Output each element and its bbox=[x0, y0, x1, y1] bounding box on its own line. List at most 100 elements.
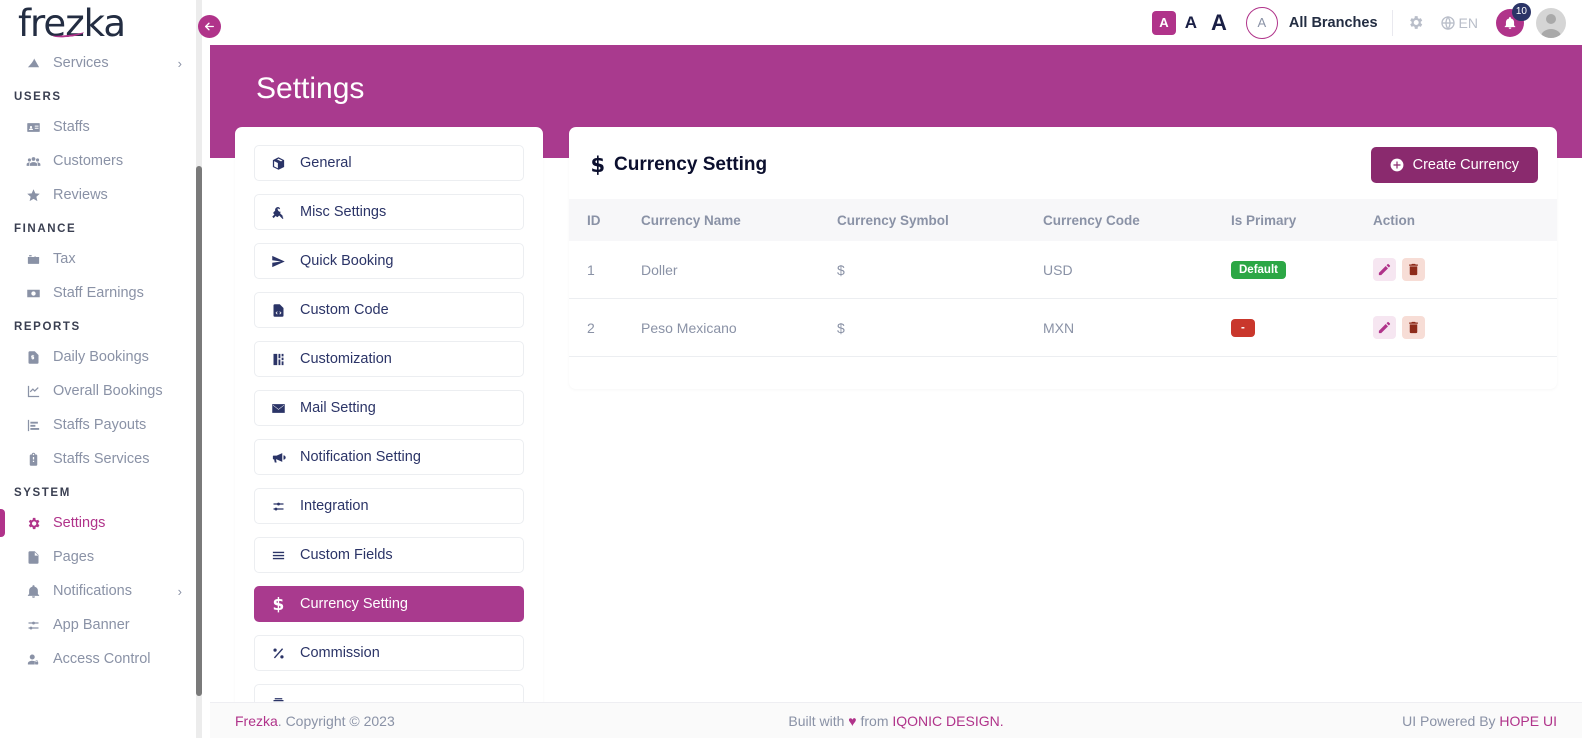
pencil-icon bbox=[1378, 321, 1391, 334]
report-doc-icon bbox=[28, 350, 39, 364]
table-row: 1 Doller $ USD Default bbox=[569, 241, 1557, 299]
edit-button[interactable] bbox=[1373, 316, 1396, 339]
sidebar-item-staff-earnings[interactable]: Staff Earnings bbox=[0, 276, 202, 310]
palette-icon bbox=[271, 352, 290, 367]
settings-menu-item-misc-settings[interactable]: Misc Settings bbox=[254, 194, 524, 230]
sidebar-item-settings[interactable]: Settings bbox=[0, 506, 202, 540]
settings-menu-item-quick-booking[interactable]: Quick Booking bbox=[254, 243, 524, 279]
sidebar-item-staffs-payouts[interactable]: Staffs Payouts bbox=[0, 408, 202, 442]
settings-menu-item-general[interactable]: General bbox=[254, 145, 524, 181]
status-badge: - bbox=[1231, 319, 1255, 337]
sidebar-scrollbar-thumb[interactable] bbox=[196, 166, 202, 696]
user-avatar[interactable] bbox=[1536, 7, 1566, 38]
sidebar-item-pages[interactable]: Pages bbox=[0, 540, 202, 574]
trash-icon bbox=[1409, 263, 1418, 276]
settings-menu-item-custom-code[interactable]: Custom Code bbox=[254, 292, 524, 328]
sidebar-item-staffs[interactable]: Staffs bbox=[0, 110, 202, 144]
font-size-medium-button[interactable]: A bbox=[1179, 11, 1203, 35]
footer-copyright: Frezka. Copyright © 2023 bbox=[235, 713, 395, 729]
sidebar-item-customers[interactable]: Customers bbox=[0, 144, 202, 178]
font-size-controls: A A A bbox=[1151, 10, 1232, 36]
nav-section-finance: FINANCE bbox=[14, 223, 77, 235]
users-icon bbox=[26, 154, 46, 169]
sidebar-item-daily-bookings[interactable]: Daily Bookings bbox=[0, 340, 202, 374]
settings-menu-item-label: Customization bbox=[300, 351, 392, 367]
currency-table-head: ID Currency Name Currency Symbol Currenc… bbox=[569, 199, 1557, 241]
page-icon bbox=[28, 550, 39, 564]
cell-id: 2 bbox=[569, 298, 641, 357]
sidebar-item-label: App Banner bbox=[53, 617, 130, 633]
sidebar-item-reviews[interactable]: Reviews bbox=[0, 178, 202, 212]
settings-menu-item-label: Custom Code bbox=[300, 302, 389, 318]
sidebar-item-label: Staff Earnings bbox=[53, 285, 144, 301]
settings-menu-item-mail-setting[interactable]: Mail Setting bbox=[254, 390, 524, 426]
settings-menu-item-label: Misc Settings bbox=[300, 204, 387, 220]
line-chart-icon bbox=[27, 385, 40, 397]
language-selector[interactable]: EN bbox=[1440, 15, 1478, 31]
user-lock-icon bbox=[26, 652, 46, 667]
sidebar-item-tax[interactable]: Tax bbox=[0, 242, 202, 276]
percent-icon bbox=[273, 647, 284, 658]
chevron-right-icon: › bbox=[177, 583, 182, 599]
branch-label: All Branches bbox=[1288, 14, 1378, 31]
sidebar-item-services[interactable]: Services › bbox=[0, 46, 202, 80]
sidebar-collapse-button[interactable] bbox=[198, 15, 221, 38]
star-icon bbox=[27, 188, 40, 201]
plus-circle-icon bbox=[1390, 158, 1404, 172]
settings-menu-item-integration[interactable]: Integration bbox=[254, 488, 524, 524]
notifications-button[interactable]: 10 bbox=[1496, 2, 1531, 37]
services-icon bbox=[26, 56, 46, 71]
sidebar-item-notifications[interactable]: Notifications › bbox=[0, 574, 202, 608]
globe-icon bbox=[1440, 15, 1455, 30]
font-size-small-button[interactable]: A bbox=[1151, 10, 1176, 35]
footer-credit: Built with ♥ from IQONIC DESIGN. bbox=[788, 713, 1003, 729]
branch-selector[interactable]: A All Branches bbox=[1245, 6, 1378, 39]
services-icon bbox=[27, 58, 40, 67]
delete-button[interactable] bbox=[1402, 316, 1425, 339]
page-icon bbox=[26, 550, 46, 565]
sidebar-item-staffs-services[interactable]: Staffs Services bbox=[0, 442, 202, 476]
delete-button[interactable] bbox=[1402, 258, 1425, 281]
id-card-icon bbox=[27, 122, 40, 132]
settings-menu-item-customization[interactable]: Customization bbox=[254, 341, 524, 377]
sidebar-item-label: Staffs bbox=[53, 119, 90, 135]
sidebar-item-label: Tax bbox=[53, 251, 76, 267]
sidebar-item-overall-bookings[interactable]: Overall Bookings bbox=[0, 374, 202, 408]
settings-menu-item-label: Currency Setting bbox=[300, 596, 408, 612]
sidebar-item-label: Daily Bookings bbox=[53, 349, 149, 365]
user-lock-icon bbox=[27, 654, 39, 664]
settings-menu-item-custom-fields[interactable]: Custom Fields bbox=[254, 537, 524, 573]
font-size-large-button[interactable]: A bbox=[1206, 10, 1232, 36]
tax-icon bbox=[26, 252, 46, 267]
edit-button[interactable] bbox=[1373, 258, 1396, 281]
column-action: Action bbox=[1373, 212, 1415, 228]
report-doc-icon bbox=[26, 350, 46, 365]
gear-icon bbox=[28, 517, 40, 529]
app-logo[interactable]: frezka bbox=[0, 0, 202, 46]
sliders-icon bbox=[28, 621, 39, 629]
sidebar-scrollbar[interactable] bbox=[196, 0, 202, 738]
footer-brand[interactable]: Frezka bbox=[235, 713, 278, 729]
table-row: 2 Peso Mexicano $ MXN - bbox=[569, 298, 1557, 357]
column-is-primary: Is Primary bbox=[1231, 212, 1297, 228]
logo-text: frezka bbox=[18, 1, 126, 45]
nav-section-system: SYSTEM bbox=[14, 487, 71, 499]
footer-copyright-text: . Copyright © 2023 bbox=[277, 712, 395, 729]
settings-gear-button[interactable] bbox=[1407, 14, 1424, 31]
sidebar-item-label: Notifications bbox=[53, 583, 132, 599]
sidebar-item-access-control[interactable]: Access Control bbox=[0, 642, 202, 676]
settings-menu-item-notification-setting[interactable]: Notification Setting bbox=[254, 439, 524, 475]
settings-menu-item-commission[interactable]: Commission bbox=[254, 635, 524, 671]
star-icon bbox=[26, 188, 46, 203]
sidebar-nav: Services › USERS Staffs Customers Reviews FINA… bbox=[0, 46, 202, 708]
sidebar-item-app-banner[interactable]: App Banner bbox=[0, 608, 202, 642]
tools-icon bbox=[271, 205, 290, 220]
code-file-icon bbox=[271, 303, 290, 318]
settings-menu-item-label: General bbox=[300, 155, 352, 171]
footer-credit-brand[interactable]: IQONIC DESIGN. bbox=[892, 713, 1003, 729]
settings-menu-item-currency-setting[interactable]: $ Currency Setting bbox=[254, 586, 524, 622]
bell-icon bbox=[27, 584, 40, 598]
footer-powered-brand[interactable]: HOPE UI bbox=[1499, 713, 1557, 729]
sliders-icon bbox=[271, 499, 290, 514]
create-currency-button[interactable]: Create Currency bbox=[1370, 147, 1538, 183]
